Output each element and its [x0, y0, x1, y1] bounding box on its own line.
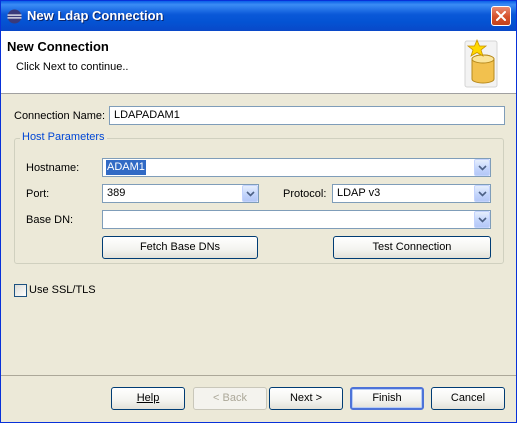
new-ldap-connection-dialog: New Ldap Connection New Connection Click…: [0, 0, 517, 423]
protocol-dropdown-button[interactable]: [474, 185, 490, 202]
database-star-icon: [464, 38, 498, 88]
window-title: New Ldap Connection: [27, 8, 164, 23]
finish-button[interactable]: Finish: [350, 387, 424, 410]
hostname-label: Hostname:: [26, 162, 80, 174]
back-button[interactable]: < Back: [193, 387, 267, 410]
hostname-combo[interactable]: ADAM1: [102, 158, 491, 177]
port-value: 389: [107, 187, 126, 199]
protocol-value: LDAP v3: [337, 187, 381, 199]
chevron-down-icon: [478, 217, 487, 223]
base-dn-combo[interactable]: [102, 210, 491, 229]
connection-name-input[interactable]: LDAPADAM1: [109, 106, 505, 125]
port-dropdown-button[interactable]: [242, 185, 258, 202]
page-title: New Connection: [7, 39, 109, 54]
hostname-value: ADAM1: [106, 160, 146, 175]
port-combo[interactable]: 389: [102, 184, 259, 203]
page-description: Click Next to continue..: [16, 61, 129, 73]
cancel-button[interactable]: Cancel: [431, 387, 505, 410]
host-parameters-legend: Host Parameters: [20, 131, 107, 143]
next-button[interactable]: Next >: [269, 387, 343, 410]
close-icon: [496, 11, 506, 21]
base-dn-dropdown-button[interactable]: [474, 211, 490, 228]
footer-separator: [1, 375, 516, 376]
chevron-down-icon: [246, 191, 255, 197]
protocol-combo[interactable]: LDAP v3: [332, 184, 491, 203]
help-button-label: Help: [136, 392, 160, 404]
wizard-header: New Connection Click Next to continue..: [1, 31, 516, 94]
hostname-dropdown-button[interactable]: [474, 159, 490, 176]
title-bar[interactable]: New Ldap Connection: [1, 1, 516, 31]
protocol-label: Protocol:: [283, 188, 327, 200]
fetch-base-dns-button[interactable]: Fetch Base DNs: [102, 236, 258, 259]
connection-name-label: Connection Name:: [14, 110, 106, 122]
chevron-down-icon: [478, 191, 487, 197]
close-button[interactable]: [491, 6, 511, 26]
port-label: Port:: [26, 188, 50, 200]
test-connection-button[interactable]: Test Connection: [333, 236, 491, 259]
use-ssl-checkbox[interactable]: [14, 284, 27, 297]
chevron-down-icon: [478, 165, 487, 171]
help-button[interactable]: Help: [111, 387, 185, 410]
base-dn-label: Base DN:: [26, 214, 74, 226]
eclipse-app-icon: [7, 9, 22, 24]
use-ssl-label[interactable]: Use SSL/TLS: [29, 284, 96, 296]
wizard-content: Connection Name: LDAPADAM1 Host Paramete…: [1, 94, 516, 372]
